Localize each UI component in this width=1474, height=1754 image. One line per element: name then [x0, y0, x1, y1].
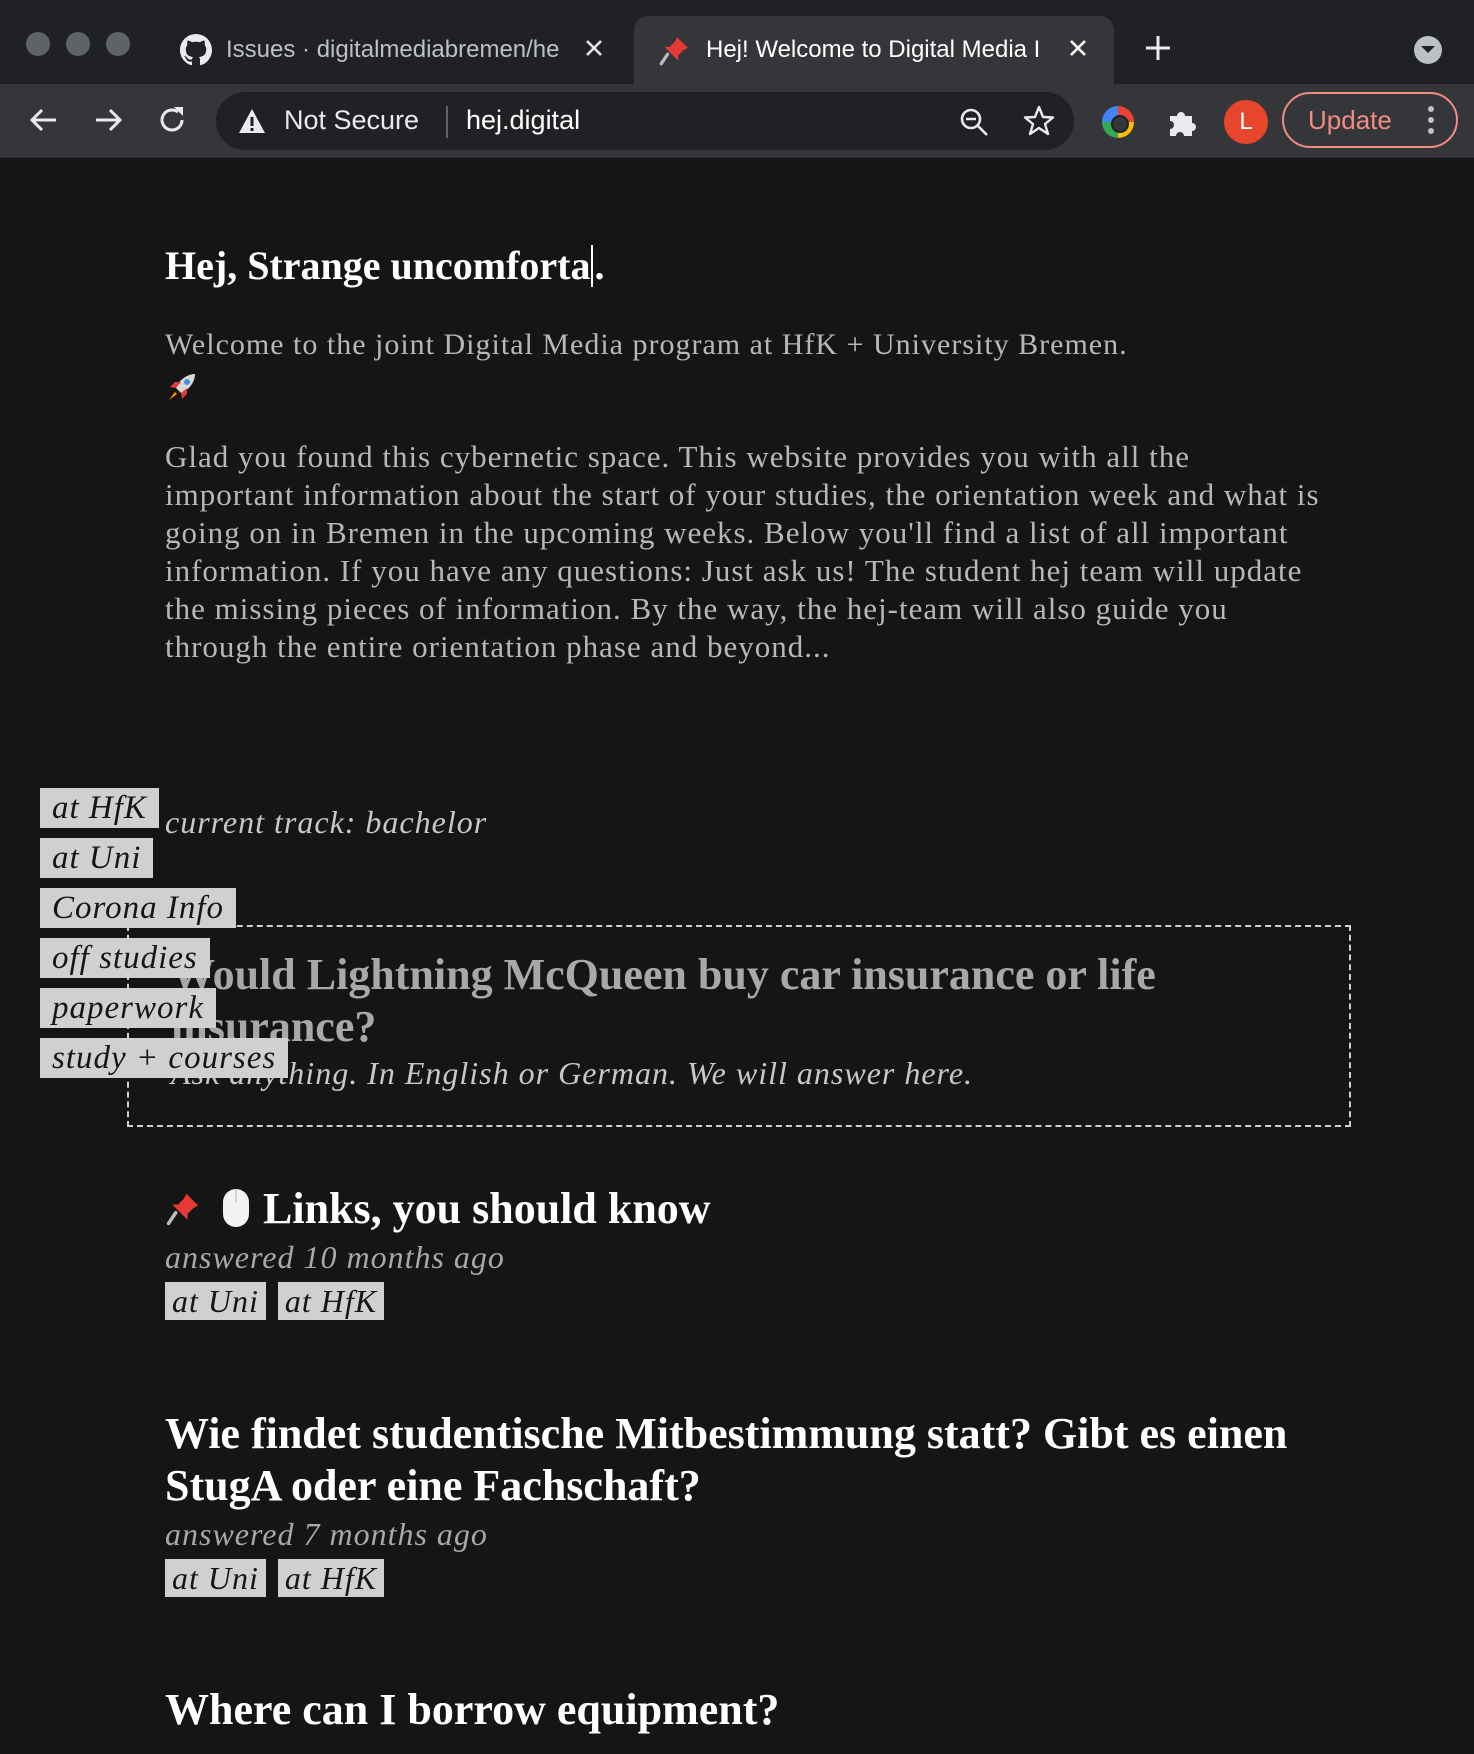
question-entry[interactable]: Where can I borrow equipment?: [165, 1684, 1345, 1736]
tag-at-uni[interactable]: at Uni: [165, 1559, 266, 1597]
update-button[interactable]: Update: [1282, 92, 1458, 148]
tag-at-hfk[interactable]: at HfK: [40, 788, 159, 828]
question-input[interactable]: Would Lightning McQueen buy car insuranc…: [171, 949, 1311, 1053]
more-menu-icon[interactable]: [1428, 106, 1434, 134]
tag-at-hfk[interactable]: at HfK: [277, 1559, 385, 1597]
greeting-punctuation: .: [594, 243, 605, 288]
welcome-body-text: Glad you found this cybernetic space. Th…: [165, 439, 1320, 664]
zoom-icon[interactable]: [958, 106, 990, 138]
reload-icon[interactable]: [152, 100, 192, 140]
tag-at-uni[interactable]: at Uni: [40, 838, 154, 878]
mouse-icon: [223, 1189, 249, 1227]
page-content: Hej, Strange uncomforta. Welcome to the …: [0, 158, 1474, 1754]
bookmark-star-icon[interactable]: [1022, 104, 1056, 138]
profile-avatar[interactable]: L: [1224, 100, 1268, 144]
update-button-label: Update: [1308, 104, 1392, 135]
entry-title[interactable]: Wie findet studentische Mitbestimmung st…: [165, 1408, 1345, 1512]
greeting-name-text: Hej, Strange uncomforta: [165, 243, 591, 288]
entry-answered-time: answered 7 months ago: [165, 1516, 488, 1552]
window-minimize-button[interactable]: [66, 32, 90, 56]
entry-title-text: Links, you should know: [263, 1184, 711, 1233]
entry-tag-list: at Uni at HfK: [165, 1282, 1345, 1320]
tag-corona-info[interactable]: Corona Info: [40, 888, 237, 928]
entry-tag-list: at Uni at HfK: [165, 1559, 1345, 1597]
address-bar[interactable]: Not Secure hej.digital: [216, 92, 1074, 150]
close-tab-icon[interactable]: [1064, 34, 1092, 62]
tag-paperwork[interactable]: paperwork: [40, 988, 216, 1028]
color-extension-icon[interactable]: [1102, 106, 1134, 138]
question-entry[interactable]: Wie findet studentische Mitbestimmung st…: [165, 1408, 1345, 1597]
security-label[interactable]: Not Secure: [284, 105, 419, 136]
back-icon[interactable]: [24, 100, 64, 140]
intro-text: Welcome to the joint Digital Media progr…: [165, 328, 1128, 361]
entry-answered-time: answered 10 months ago: [165, 1239, 505, 1275]
rocket-icon: [169, 374, 195, 400]
address-divider: [446, 106, 448, 138]
github-icon: [180, 34, 212, 66]
question-entry[interactable]: Links, you should know answered 10 month…: [165, 1183, 1345, 1320]
tab-search-icon[interactable]: [1414, 36, 1442, 64]
tag-off-studies[interactable]: off studies: [40, 938, 210, 978]
warning-icon: [239, 109, 265, 133]
window-zoom-button[interactable]: [106, 32, 130, 56]
question-hint: Ask anything. In English or German. We w…: [171, 1055, 974, 1091]
tag-study-courses[interactable]: study + courses: [40, 1038, 289, 1078]
greeting-heading[interactable]: Hej, Strange uncomforta.: [165, 242, 604, 289]
extensions-puzzle-icon[interactable]: [1164, 104, 1200, 140]
pushpin-icon: [659, 37, 688, 66]
forward-icon[interactable]: [88, 100, 128, 140]
browser-toolbar: Not Secure hej.digital L Update: [0, 84, 1474, 158]
ask-question-box[interactable]: Would Lightning McQueen buy car insuranc…: [127, 925, 1351, 1127]
pushpin-icon: [166, 1193, 199, 1226]
tab-issues[interactable]: Issues · digitalmediabremen/he: [160, 16, 630, 84]
entry-title[interactable]: Where can I borrow equipment?: [165, 1684, 1345, 1736]
tab-title: Hej! Welcome to Digital Media I: [706, 36, 1041, 63]
entry-title[interactable]: Links, you should know: [165, 1183, 1345, 1235]
url-text[interactable]: hej.digital: [466, 105, 580, 136]
tab-title: Issues · digitalmediabremen/he: [226, 36, 560, 63]
tag-at-hfk[interactable]: at HfK: [277, 1282, 385, 1320]
browser-titlebar: Issues · digitalmediabremen/he Hej! Welc…: [0, 0, 1474, 84]
close-tab-icon[interactable]: [580, 34, 608, 62]
tag-at-uni[interactable]: at Uni: [165, 1282, 266, 1320]
window-close-button[interactable]: [26, 32, 50, 56]
current-track[interactable]: current track: bachelor: [165, 804, 487, 841]
tab-hej-digital[interactable]: Hej! Welcome to Digital Media I: [634, 16, 1114, 84]
new-tab-icon[interactable]: [1140, 30, 1176, 66]
